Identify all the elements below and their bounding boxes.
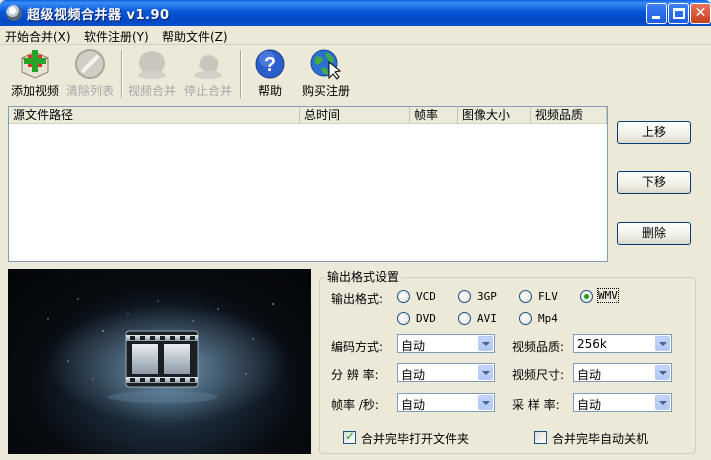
- samplerate-label: 采 样 率:: [512, 398, 560, 412]
- column-source-path[interactable]: 源文件路径: [9, 107, 300, 124]
- menu-register[interactable]: 软件注册(Y): [84, 28, 149, 45]
- size-value: 自动: [577, 368, 602, 382]
- encode-value: 自动: [401, 339, 426, 353]
- size-label: 视频尺寸:: [512, 368, 565, 382]
- format-label: 输出格式:: [331, 292, 384, 306]
- chevron-down-icon[interactable]: [478, 336, 493, 351]
- column-image-size[interactable]: 图像大小: [458, 107, 531, 124]
- quality-select[interactable]: 256k: [573, 334, 672, 353]
- framerate-select[interactable]: 自动: [397, 393, 495, 412]
- svg-text:?: ?: [264, 54, 276, 76]
- output-settings-title: 输出格式设置: [324, 268, 403, 285]
- shutdown-label[interactable]: 合并完毕自动关机: [552, 430, 648, 447]
- open-folder-label[interactable]: 合并完毕打开文件夹: [361, 430, 469, 447]
- samplerate-select[interactable]: 自动: [573, 393, 672, 412]
- chevron-down-icon[interactable]: [655, 336, 670, 351]
- chevron-down-icon[interactable]: [655, 365, 670, 380]
- film-clapper-illustration: [47, 298, 288, 424]
- window-title: 超级视频合并器 v1.90: [27, 8, 170, 23]
- close-button[interactable]: ✕: [690, 3, 711, 24]
- delete-button[interactable]: 删除: [617, 222, 691, 245]
- toolbar-separator: [240, 50, 242, 98]
- framerate-label: 帧率 /秒:: [331, 398, 379, 412]
- add-video-label: 添加视频: [10, 84, 59, 98]
- minimize-button[interactable]: [646, 3, 667, 24]
- column-total-time[interactable]: 总时间: [300, 107, 410, 124]
- radio-vcd-label[interactable]: VCD: [416, 290, 436, 303]
- stop-merge-label: 停止合并: [183, 84, 232, 98]
- help-icon: ?: [253, 48, 287, 80]
- clear-list-icon: [73, 48, 107, 80]
- framerate-value: 自动: [401, 398, 426, 412]
- merge-video-label: 视频合并: [127, 84, 176, 98]
- add-video-icon: [18, 48, 52, 80]
- size-select[interactable]: 自动: [573, 363, 672, 382]
- radio-mp4[interactable]: [519, 312, 532, 325]
- radio-flv-label[interactable]: FLV: [538, 290, 558, 303]
- radio-wmv-label[interactable]: WMV: [597, 288, 619, 303]
- add-video-button[interactable]: 添加视频: [9, 48, 61, 98]
- encode-select[interactable]: 自动: [397, 334, 495, 353]
- clear-list-button[interactable]: 清除列表: [64, 48, 116, 98]
- chevron-down-icon[interactable]: [655, 395, 670, 410]
- resolution-select[interactable]: 自动: [397, 363, 495, 382]
- radio-vcd[interactable]: [397, 290, 410, 303]
- quality-value: 256k: [577, 337, 607, 351]
- minimize-icon: [652, 16, 660, 19]
- column-video-quality[interactable]: 视频品质: [531, 107, 607, 124]
- resolution-value: 自动: [401, 368, 426, 382]
- radio-wmv[interactable]: [580, 290, 593, 303]
- app-icon[interactable]: [6, 5, 22, 21]
- close-icon: ✕: [694, 5, 707, 21]
- file-list-header: 源文件路径 总时间 帧率 图像大小 视频品质: [9, 107, 607, 124]
- menu-start-merge[interactable]: 开始合并(X): [5, 28, 71, 45]
- radio-3gp-label[interactable]: 3GP: [477, 290, 497, 303]
- toolbar-separator: [121, 50, 123, 98]
- menu-bar: 开始合并(X) 软件注册(Y) 帮助文件(Z): [0, 26, 711, 45]
- merge-video-button[interactable]: 视频合并: [125, 48, 179, 98]
- radio-dvd-label[interactable]: DVD: [416, 312, 436, 325]
- file-list[interactable]: 源文件路径 总时间 帧率 图像大小 视频品质: [8, 106, 608, 262]
- resolution-label: 分 辨 率:: [331, 368, 379, 382]
- radio-dvd[interactable]: [397, 312, 410, 325]
- buy-register-label: 购买注册: [301, 84, 350, 98]
- radio-avi[interactable]: [458, 312, 471, 325]
- maximize-icon: [673, 8, 685, 19]
- preview-image: [8, 269, 311, 454]
- quality-label: 视频品质:: [512, 340, 565, 354]
- stop-merge-icon: [191, 48, 225, 80]
- buy-register-button[interactable]: 购买注册: [299, 48, 353, 98]
- chevron-down-icon[interactable]: [478, 395, 493, 410]
- menu-help[interactable]: 帮助文件(Z): [162, 28, 228, 45]
- help-button[interactable]: ? 帮助: [250, 48, 290, 98]
- shutdown-checkbox[interactable]: [534, 431, 547, 444]
- encode-label: 编码方式:: [331, 340, 384, 354]
- radio-3gp[interactable]: [458, 290, 471, 303]
- move-up-button[interactable]: 上移: [617, 121, 691, 144]
- help-label: 帮助: [257, 84, 282, 98]
- open-folder-checkbox[interactable]: [343, 429, 356, 444]
- chevron-down-icon[interactable]: [478, 365, 493, 380]
- title-bar[interactable]: 超级视频合并器 v1.90 ✕: [0, 0, 711, 26]
- toolbar: 添加视频 清除列表 视频合并 停止合并 ? 帮助 购买注册: [0, 46, 711, 100]
- radio-mp4-label[interactable]: Mp4: [538, 312, 558, 325]
- merge-video-icon: [135, 48, 169, 80]
- samplerate-value: 自动: [577, 398, 602, 412]
- maximize-button[interactable]: [668, 3, 689, 24]
- stop-merge-button[interactable]: 停止合并: [181, 48, 235, 98]
- column-frame-rate[interactable]: 帧率: [410, 107, 458, 124]
- radio-flv[interactable]: [519, 290, 532, 303]
- globe-cursor-icon: [309, 48, 343, 80]
- radio-avi-label[interactable]: AVI: [477, 312, 497, 325]
- move-down-button[interactable]: 下移: [617, 171, 691, 194]
- clear-list-label: 清除列表: [65, 84, 114, 98]
